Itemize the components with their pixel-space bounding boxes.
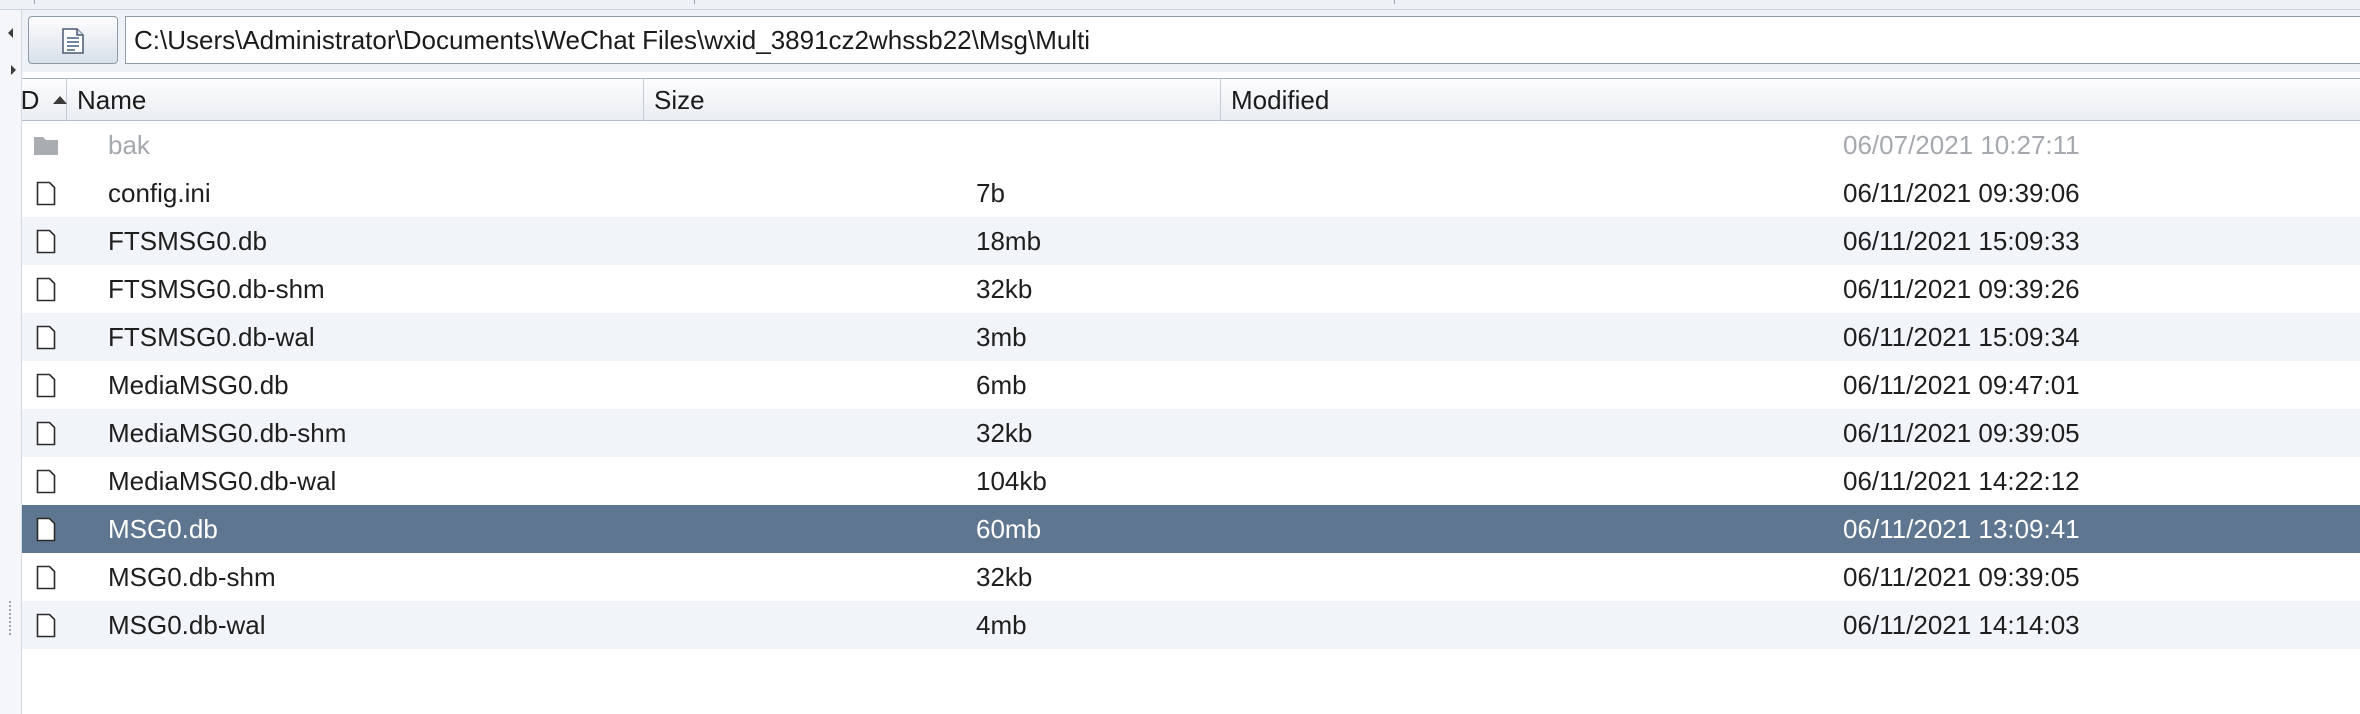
table-row[interactable]: MediaMSG0.db-wal 104kb 06/11/2021 14:22:… <box>22 457 2360 505</box>
table-row[interactable]: MSG0.db-wal 4mb 06/11/2021 14:14:03 <box>22 601 2360 649</box>
column-label-name: Name <box>77 84 147 115</box>
file-modified: 06/11/2021 14:14:03 <box>1843 609 2080 640</box>
file-icon <box>30 601 62 649</box>
path-toolbar: C:\Users\Administrator\Documents\WeChat … <box>22 10 2360 72</box>
column-label-d: D <box>20 84 40 115</box>
path-document-button[interactable] <box>28 16 118 64</box>
file-icon <box>30 169 62 217</box>
side-gutter <box>0 10 22 714</box>
expand-right-arrow-icon[interactable] <box>11 65 16 75</box>
table-row[interactable]: FTSMSG0.db-wal 3mb 06/11/2021 15:09:34 <box>22 313 2360 361</box>
file-modified: 06/11/2021 09:39:05 <box>1843 561 2080 592</box>
file-icon <box>30 313 62 361</box>
file-modified: 06/11/2021 14:22:12 <box>1843 465 2080 496</box>
file-name: MediaMSG0.db <box>108 369 289 400</box>
file-name: MSG0.db-shm <box>108 561 276 592</box>
file-size: 60mb <box>976 513 1042 544</box>
file-icon <box>30 409 62 457</box>
table-row-selected[interactable]: MSG0.db 60mb 06/11/2021 13:09:41 <box>22 505 2360 553</box>
file-modified: 06/11/2021 09:39:26 <box>1843 273 2080 304</box>
column-header-d[interactable]: D <box>20 79 68 121</box>
file-modified: 06/07/2021 10:27:11 <box>1843 129 2080 160</box>
table-row[interactable]: MSG0.db-shm 32kb 06/11/2021 09:39:05 <box>22 553 2360 601</box>
file-name: MSG0.db <box>108 513 218 544</box>
top-tab-strip <box>0 0 2360 10</box>
table-row[interactable]: config.ini 7b 06/11/2021 09:39:06 <box>22 169 2360 217</box>
file-modified: 06/11/2021 09:39:06 <box>1843 177 2080 208</box>
file-browser-window: C:\Users\Administrator\Documents\WeChat … <box>0 0 2360 714</box>
tab-edge <box>35 0 695 4</box>
file-modified: 06/11/2021 15:09:33 <box>1843 225 2080 256</box>
file-size: 104kb <box>976 465 1047 496</box>
file-name: FTSMSG0.db-wal <box>108 321 315 352</box>
file-size: 32kb <box>976 417 1033 448</box>
file-name: MediaMSG0.db-wal <box>108 465 337 496</box>
file-size: 7b <box>976 177 1005 208</box>
file-size: 32kb <box>976 273 1033 304</box>
file-icon <box>30 457 62 505</box>
table-row[interactable]: MediaMSG0.db 6mb 06/11/2021 09:47:01 <box>22 361 2360 409</box>
sort-ascending-icon <box>53 96 68 104</box>
file-size: 3mb <box>976 321 1027 352</box>
file-size: 18mb <box>976 225 1042 256</box>
file-name: bak <box>108 129 150 160</box>
document-icon <box>62 28 84 54</box>
file-size: 32kb <box>976 561 1033 592</box>
column-header-size[interactable]: Size <box>644 79 1221 121</box>
file-icon <box>30 505 62 553</box>
file-icon <box>30 553 62 601</box>
column-header-name[interactable]: Name <box>67 79 644 121</box>
file-name: MediaMSG0.db-shm <box>108 417 347 448</box>
file-size: 6mb <box>976 369 1027 400</box>
file-name: FTSMSG0.db-shm <box>108 273 325 304</box>
column-label-size: Size <box>654 84 705 115</box>
path-text: C:\Users\Administrator\Documents\WeChat … <box>134 24 1091 55</box>
file-name: FTSMSG0.db <box>108 225 267 256</box>
table-row[interactable]: MediaMSG0.db-shm 32kb 06/11/2021 09:39:0… <box>22 409 2360 457</box>
tab-edge <box>0 0 35 4</box>
file-icon <box>30 361 62 409</box>
file-size: 4mb <box>976 609 1027 640</box>
file-modified: 06/11/2021 15:09:34 <box>1843 321 2080 352</box>
file-modified: 06/11/2021 09:39:05 <box>1843 417 2080 448</box>
file-table: D Name Size Modified bak 06/07/2021 10:2… <box>20 78 2360 714</box>
table-row[interactable]: bak 06/07/2021 10:27:11 <box>22 121 2360 169</box>
resize-grip-icon[interactable] <box>8 600 13 636</box>
file-icon <box>30 265 62 313</box>
file-modified: 06/11/2021 13:09:41 <box>1843 513 2080 544</box>
path-input[interactable]: C:\Users\Administrator\Documents\WeChat … <box>125 16 2360 64</box>
tab-edge <box>695 0 1395 4</box>
file-modified: 06/11/2021 09:47:01 <box>1843 369 2080 400</box>
file-name: config.ini <box>108 177 211 208</box>
file-icon <box>30 217 62 265</box>
column-header-modified[interactable]: Modified <box>1221 79 2360 121</box>
file-name: MSG0.db-wal <box>108 609 266 640</box>
table-row[interactable]: FTSMSG0.db-shm 32kb 06/11/2021 09:39:26 <box>22 265 2360 313</box>
column-label-modified: Modified <box>1231 84 1330 115</box>
table-header: D Name Size Modified <box>20 79 2360 121</box>
folder-icon <box>30 121 62 169</box>
collapse-left-arrow-icon[interactable] <box>8 28 13 38</box>
table-row[interactable]: FTSMSG0.db 18mb 06/11/2021 15:09:33 <box>22 217 2360 265</box>
